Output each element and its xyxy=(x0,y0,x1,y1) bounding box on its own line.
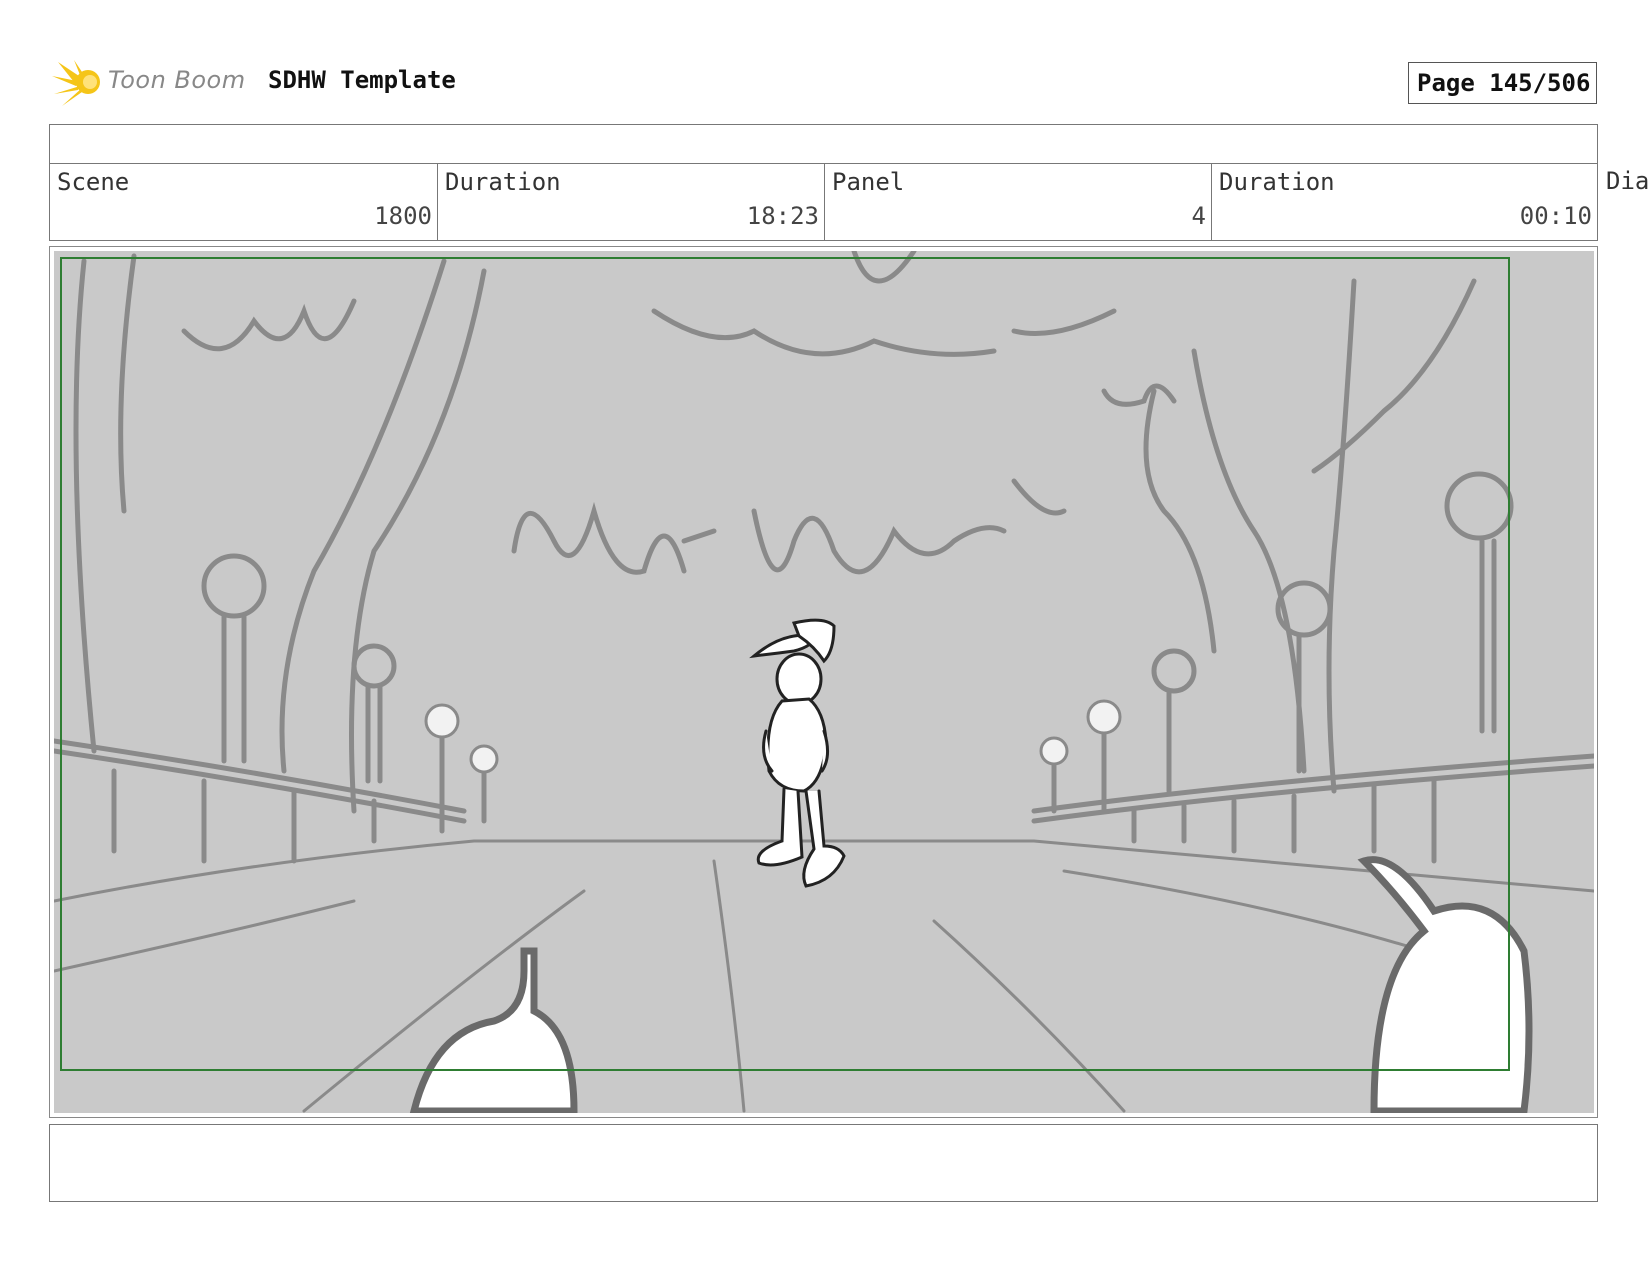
storyboard-sketch-image xyxy=(54,251,1594,1113)
panel-label: Panel xyxy=(832,168,905,196)
sequence-title-row xyxy=(50,125,1597,164)
info-table: Scene 1800 Duration 18:23 Panel 4 Durati… xyxy=(49,124,1598,241)
panel-duration-label: Duration xyxy=(1219,168,1335,196)
scene-label: Scene xyxy=(57,168,130,196)
scene-value: 1800 xyxy=(374,202,432,230)
notes-box xyxy=(49,1124,1598,1202)
page-indicator: Page 145/506 xyxy=(1408,62,1597,104)
panel-duration-cell: Duration 00:10 xyxy=(1212,164,1597,240)
starburst-logo-icon xyxy=(52,60,100,106)
toon-boom-logo: Toon Boom xyxy=(52,56,252,108)
scene-duration-cell: Duration 18:23 xyxy=(438,164,825,240)
panel-cell: Panel 4 xyxy=(825,164,1212,240)
scene-duration-label: Duration xyxy=(445,168,561,196)
dialogue-label: Dia xyxy=(1606,167,1650,195)
storyboard-panel xyxy=(49,246,1598,1118)
scene-duration-value: 18:23 xyxy=(746,202,819,230)
scene-cell: Scene 1800 xyxy=(50,164,438,240)
document-title: SDHW Template xyxy=(268,66,456,94)
panel-value: 4 xyxy=(1191,202,1206,230)
panel-duration-value: 00:10 xyxy=(1519,202,1592,230)
brand-name: Toon Boom xyxy=(108,66,246,94)
